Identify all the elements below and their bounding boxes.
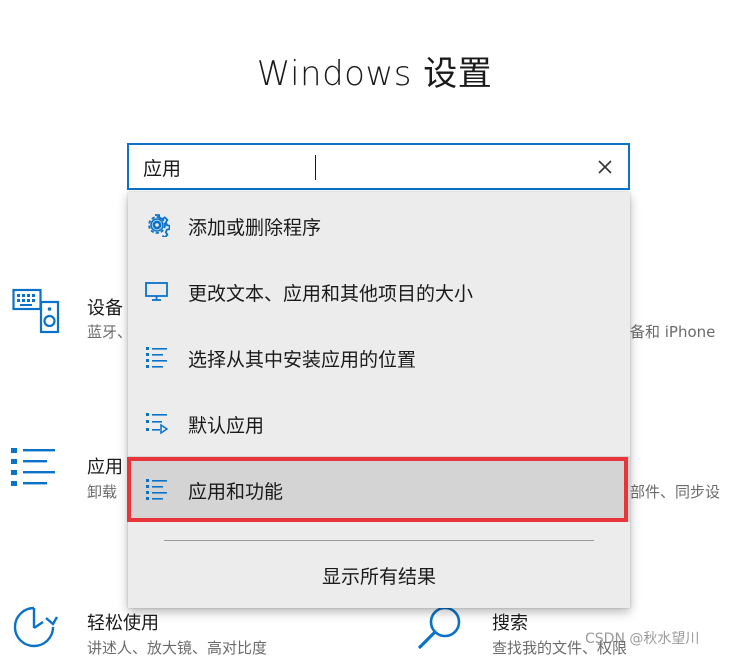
default-apps-icon	[146, 413, 169, 435]
tile-search-name: 搜索	[492, 613, 528, 634]
suggestion-label: 默认应用	[188, 415, 265, 437]
tile-ease-desc: 讲述人、放大镜、高对比度	[87, 639, 268, 657]
suggestion-add-remove-programs[interactable]: 添加或删除程序	[128, 192, 630, 258]
suggestion-change-text-size[interactable]: 更改文本、应用和其他项目的大小	[128, 258, 630, 324]
suggestion-choose-install-location[interactable]: 选择从其中安装应用的位置	[128, 324, 630, 390]
close-icon[interactable]	[594, 156, 616, 178]
text-caret	[315, 155, 316, 180]
tile-ease-name: 轻松使用	[87, 613, 159, 634]
tile-apps-desc-right: 部件、同步设	[630, 483, 721, 501]
page-title: Windows 设置	[256, 54, 493, 94]
suggestion-apps-and-features[interactable]: 应用和功能	[128, 456, 630, 522]
suggestion-label: 添加或删除程序	[188, 217, 322, 239]
settings-search-box[interactable]	[127, 143, 630, 190]
ease-of-access-icon	[13, 606, 58, 648]
tile-apps-desc: 卸载	[87, 483, 118, 501]
tile-devices-name: 设备	[87, 298, 123, 319]
apps-list-icon	[11, 448, 55, 486]
show-all-results-link[interactable]: 显示所有结果	[128, 562, 630, 589]
keyboard-speaker-icon	[12, 288, 60, 334]
tile-apps-name: 应用	[87, 457, 123, 478]
tile-devices-desc-right: 备和 iPhone	[630, 323, 716, 341]
gear-icon	[148, 214, 170, 237]
watermark: CSDN @秋水望川	[585, 631, 700, 647]
suggestion-label: 应用和功能	[188, 481, 284, 503]
suggestion-label: 选择从其中安装应用的位置	[188, 349, 417, 371]
list-icon	[146, 347, 167, 368]
search-input[interactable]	[143, 152, 583, 182]
tile-devices-desc: 蓝牙、	[87, 323, 133, 341]
list-icon	[146, 479, 167, 500]
suggestion-default-apps[interactable]: 默认应用	[128, 390, 630, 456]
dropdown-divider	[164, 540, 594, 541]
suggestion-label: 更改文本、应用和其他项目的大小	[188, 283, 474, 305]
monitor-icon	[145, 282, 168, 301]
search-suggestions-dropdown: 添加或删除程序 更改文本、应用和其他项目的大小 选择从其中安装应用的位置 默认应…	[128, 192, 630, 608]
search-icon	[417, 606, 461, 650]
